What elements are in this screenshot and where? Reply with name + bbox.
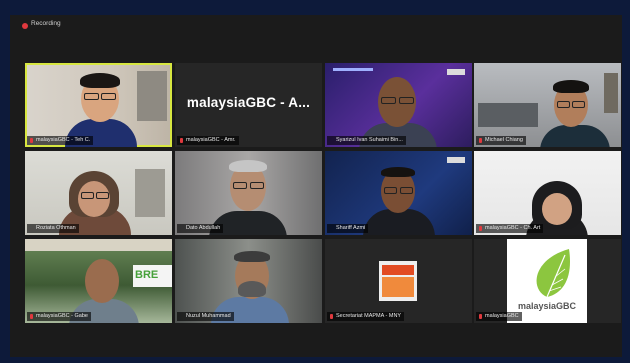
mic-muted-icon <box>30 138 33 143</box>
mic-muted-icon <box>479 138 482 143</box>
participant-tile[interactable]: Nuzul Muhammad <box>175 239 322 323</box>
participant-name: malaysiaGBC - Teh C. <box>27 136 94 145</box>
participant-tile[interactable]: malaysiaGBC malaysiaGBC <box>474 239 621 323</box>
mic-muted-icon <box>180 138 183 143</box>
profile-picture <box>379 261 417 301</box>
participant-display-name: malaysiaGBC - A... <box>186 95 311 110</box>
participant-tile[interactable]: BRE malaysiaGBC - Gabe <box>25 239 172 323</box>
banner-text: BRE <box>135 269 159 281</box>
participant-tile[interactable]: malaysiaGBC - Ch. Art <box>474 151 621 235</box>
participant-tile[interactable]: Syarizul Ivan Suhaimi Bin... <box>325 63 472 147</box>
participant-tile[interactable]: Secretariat MAPMA - MNY <box>325 239 472 323</box>
participant-name: Michael Chiang <box>476 136 526 145</box>
participant-name: malaysiaGBC - Amr. <box>177 136 239 145</box>
profile-picture: malaysiaGBC <box>507 239 587 323</box>
logo-text: malaysiaGBC <box>517 301 577 311</box>
participant-name: malaysiaGBC - Ch. Art <box>476 224 544 233</box>
participant-name: Roziata Othman <box>27 224 79 233</box>
recording-label: Recording <box>31 20 61 27</box>
participant-tile[interactable]: Shariff Azmi <box>325 151 472 235</box>
participant-tile[interactable]: malaysiaGBC - A... malaysiaGBC - Amr. <box>175 63 322 147</box>
mic-muted-icon <box>30 314 33 319</box>
meeting-window: Recording malaysiaGBC - Teh C. malaysiaG… <box>10 15 622 357</box>
participant-tile[interactable]: Michael Chiang <box>474 63 621 147</box>
participant-tile[interactable]: Roziata Othman <box>25 151 172 235</box>
recording-icon <box>22 23 28 29</box>
mic-muted-icon <box>479 226 482 231</box>
mic-muted-icon <box>479 314 482 319</box>
top-bar: Recording <box>10 15 622 37</box>
participant-tile[interactable]: Dato Abdullah <box>175 151 322 235</box>
participant-name: Dato Abdullah <box>177 224 224 233</box>
participant-name: malaysiaGBC - Gabe <box>27 312 91 321</box>
participant-video <box>540 125 610 147</box>
participant-tile[interactable]: malaysiaGBC - Teh C. <box>25 63 172 147</box>
participant-name: Nuzul Muhammad <box>177 312 234 321</box>
mic-muted-icon <box>330 314 333 319</box>
beard <box>238 281 266 297</box>
participant-name: Shariff Azmi <box>327 224 369 233</box>
participant-name: malaysiaGBC <box>476 312 522 321</box>
participant-name: Secretariat MAPMA - MNY <box>327 312 405 321</box>
participant-name: Syarizul Ivan Suhaimi Bin... <box>327 136 406 145</box>
